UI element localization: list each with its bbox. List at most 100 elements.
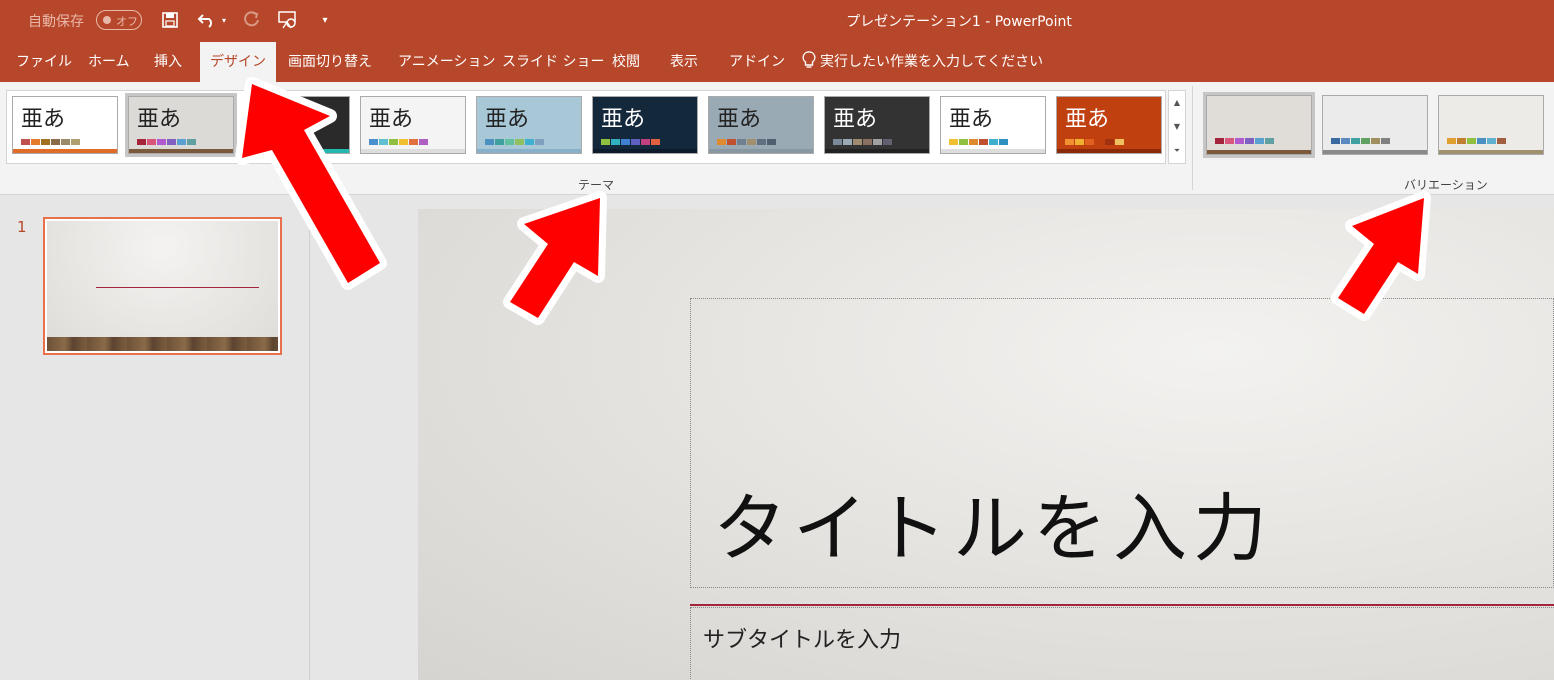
variation-thumbnail[interactable] <box>1322 95 1428 155</box>
theme-thumbnail[interactable]: 亜あ <box>125 93 237 157</box>
tab-animations[interactable]: アニメーション <box>396 40 497 82</box>
tab-slideshow[interactable]: スライド ショー <box>500 40 606 82</box>
color-swatch <box>757 139 766 145</box>
slide-editor: タイトルを入力 サブタイトルを入力 <box>311 196 1554 680</box>
slide-thumbnail[interactable] <box>43 217 282 355</box>
customize-qat-icon[interactable]: ▾ <box>314 9 336 31</box>
theme-thumbnail[interactable]: 亜あ <box>1056 96 1162 154</box>
ribbon-tabs: ファイル ホーム 挿入 デザイン 画面切り替え アニメーション スライド ショー… <box>0 40 1554 82</box>
color-swatch <box>167 139 176 145</box>
undo-dropdown-icon[interactable]: ▾ <box>218 9 230 31</box>
title-placeholder-text: タイトルを入力 <box>713 486 1273 572</box>
theme-color-swatches <box>21 139 80 145</box>
theme-color-swatches <box>949 139 1008 145</box>
tab-insert[interactable]: 挿入 <box>152 40 184 82</box>
color-swatch <box>873 139 882 145</box>
theme-color-swatches <box>137 139 196 145</box>
theme-sample-text: 亜あ <box>601 107 646 132</box>
title-bar: 自動保存 オフ ▾ ▾ プレゼンテーション1 - PowerPoint <box>0 0 1554 40</box>
color-swatch <box>1371 138 1380 144</box>
theme-thumbnail[interactable]: 亜あ <box>244 96 350 154</box>
color-swatch <box>283 139 292 145</box>
theme-color-swatches <box>369 139 428 145</box>
toggle-dot <box>103 16 111 24</box>
variation-color-swatches <box>1447 138 1506 144</box>
color-swatch <box>379 139 388 145</box>
color-swatch <box>1447 138 1456 144</box>
undo-icon[interactable] <box>196 9 218 31</box>
thumbnail-wood-floor <box>47 337 278 351</box>
gallery-more-icon[interactable]: ⏷ <box>1169 139 1185 163</box>
theme-color-swatches <box>717 139 776 145</box>
gallery-up-icon[interactable]: ▲ <box>1169 91 1185 115</box>
tell-me-box[interactable]: 実行したい作業を入力してください <box>802 40 1043 82</box>
tab-transitions[interactable]: 画面切り替え <box>286 40 374 82</box>
color-swatch <box>147 139 156 145</box>
gallery-down-icon[interactable]: ▼ <box>1169 115 1185 139</box>
theme-bottom-bar <box>941 149 1045 153</box>
tab-addins[interactable]: アドイン <box>727 40 787 82</box>
theme-thumbnail[interactable]: 亜あ <box>476 96 582 154</box>
theme-sample-text: 亜あ <box>253 107 298 132</box>
color-swatch <box>601 139 610 145</box>
theme-thumbnail[interactable]: 亜あ <box>592 96 698 154</box>
presenter-icon[interactable] <box>277 9 299 31</box>
color-swatch <box>535 139 544 145</box>
tab-review[interactable]: 校閲 <box>610 40 642 82</box>
color-swatch <box>1477 138 1486 144</box>
color-swatch <box>979 139 988 145</box>
color-swatch <box>273 139 282 145</box>
theme-thumbnail[interactable]: 亜あ <box>940 96 1046 154</box>
color-swatch <box>747 139 756 145</box>
color-swatch <box>1457 138 1466 144</box>
title-placeholder[interactable]: タイトルを入力 <box>690 298 1554 588</box>
color-swatch <box>1341 138 1350 144</box>
color-swatch <box>989 139 998 145</box>
subtitle-placeholder[interactable]: サブタイトルを入力 <box>690 607 1554 680</box>
variation-thumbnail[interactable] <box>1203 92 1315 158</box>
gallery-scroll: ▲ ▼ ⏷ <box>1168 90 1186 164</box>
variation-bottom-bar <box>1439 150 1543 154</box>
theme-thumbnail[interactable]: 亜あ <box>708 96 814 154</box>
color-swatch <box>31 139 40 145</box>
theme-bottom-bar <box>129 149 233 153</box>
theme-bottom-bar <box>477 149 581 153</box>
color-swatch <box>369 139 378 145</box>
color-swatch <box>1115 139 1124 145</box>
color-swatch <box>263 139 272 145</box>
tab-home[interactable]: ホーム <box>86 40 132 82</box>
color-swatch <box>853 139 862 145</box>
tab-design[interactable]: デザイン <box>200 42 276 82</box>
color-swatch <box>157 139 166 145</box>
color-swatch <box>409 139 418 145</box>
color-swatch <box>1225 138 1234 144</box>
tab-view[interactable]: 表示 <box>668 40 700 82</box>
slide-number: 1 <box>17 218 27 236</box>
color-swatch <box>1351 138 1360 144</box>
theme-color-swatches <box>485 139 544 145</box>
variation-thumbnail[interactable] <box>1438 95 1544 155</box>
tab-file[interactable]: ファイル <box>14 40 74 82</box>
theme-sample-text: 亜あ <box>485 107 530 132</box>
slide-thumbnail-preview <box>47 221 278 351</box>
theme-bottom-bar <box>361 149 465 153</box>
color-swatch <box>1065 139 1074 145</box>
theme-thumbnail[interactable]: 亜あ <box>360 96 466 154</box>
color-swatch <box>1255 138 1264 144</box>
save-icon[interactable] <box>159 9 181 31</box>
theme-sample-text: 亜あ <box>949 107 994 132</box>
theme-sample-text: 亜あ <box>21 107 66 132</box>
color-swatch <box>71 139 80 145</box>
theme-sample-text: 亜あ <box>1065 107 1110 132</box>
color-swatch <box>293 139 302 145</box>
autosave-state: オフ <box>116 15 138 28</box>
color-swatch <box>1075 139 1084 145</box>
title-accent-line <box>690 604 1554 606</box>
theme-thumbnail[interactable]: 亜あ <box>12 96 118 154</box>
color-swatch <box>41 139 50 145</box>
theme-thumbnail[interactable]: 亜あ <box>824 96 930 154</box>
color-swatch <box>727 139 736 145</box>
autosave-toggle[interactable]: オフ <box>96 10 142 30</box>
color-swatch <box>21 139 30 145</box>
color-swatch <box>767 139 776 145</box>
